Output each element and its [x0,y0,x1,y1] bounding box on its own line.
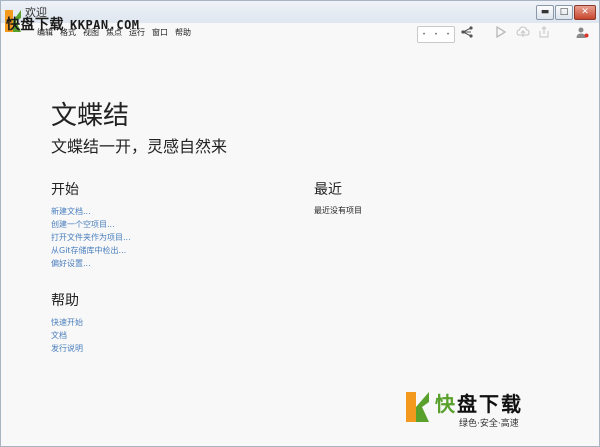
release-notes-link[interactable]: 发行说明 [51,343,83,354]
nav-dot: • [446,31,450,38]
close-button[interactable]: ✕ [574,5,596,20]
recent-section-title: 最近 [314,182,342,198]
welcome-page: 文蝶结 文蝶结一开，灵感自然来 开始 新建文档... 创建一个空项目... 打开… [1,45,599,446]
quick-start-link[interactable]: 快速开始 [51,317,83,328]
play-icon[interactable] [495,25,507,42]
minimize-button[interactable]: ▬ [536,5,554,20]
watermark-brand: 快盘下载 [435,388,523,417]
app-slogan: 文蝶结一开，灵感自然来 [51,137,228,156]
app-window: 欢迎 ▬ □ ✕ 编辑 格式 视图 焦点 运行 窗口 帮助 • • • 文蝶结 … [0,0,600,447]
start-section-title: 开始 [51,182,79,198]
nav-dot: • [422,31,426,38]
watermark-top: 快盘下载 KKPAN.COM [6,14,140,34]
share-icon[interactable] [460,25,474,42]
checkout-from-git-link[interactable]: 从Git存储库中检出... [51,245,126,256]
watermark-brand-rest: 盘下载 [457,392,523,416]
help-section-title: 帮助 [51,293,79,309]
recent-empty-text: 最近没有项目 [314,206,362,215]
user-alert-icon[interactable] [575,25,589,42]
nav-dot: • [434,31,438,38]
documentation-link[interactable]: 文档 [51,330,67,341]
maximize-button[interactable]: □ [555,5,573,20]
export-icon[interactable] [538,25,550,42]
menu-window[interactable]: 窗口 [152,27,168,38]
watermark-bottom: 快盘下载 绿色·安全·高速 [405,388,570,429]
open-folder-as-project-link[interactable]: 打开文件夹作为项目... [51,232,131,243]
watermark-brand-first: 快 [435,392,457,416]
upload-icon[interactable] [516,25,530,42]
watermark-k-logo-icon [406,392,429,422]
new-document-link[interactable]: 新建文档... [51,206,91,217]
create-empty-project-link[interactable]: 创建一个空项目... [51,219,115,230]
preferences-link[interactable]: 偏好设置... [51,258,91,269]
watermark-top-cn: 快盘下载 [6,17,64,33]
navigation-control[interactable]: • • • [417,26,455,43]
app-name: 文蝶结 [51,101,130,131]
watermark-tagline: 绿色·安全·高速 [459,419,519,429]
menu-help[interactable]: 帮助 [175,27,191,38]
watermark-top-latin: KKPAN.COM [70,18,140,32]
